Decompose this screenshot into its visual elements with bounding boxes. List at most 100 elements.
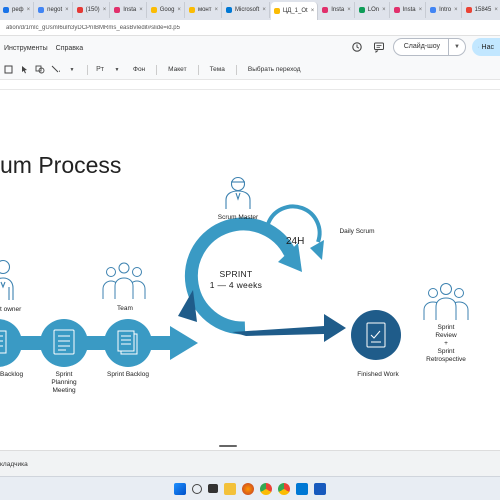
tab-favicon-icon	[38, 7, 45, 13]
label-daily-scrum[interactable]: Daily Scrum	[334, 228, 380, 236]
toolbar-layout[interactable]: Макет	[162, 66, 192, 73]
review-team-icon	[423, 283, 469, 320]
close-icon[interactable]: ×	[419, 7, 423, 13]
team-icon	[102, 262, 146, 299]
access-label: Нас	[481, 43, 494, 51]
label-product-backlog[interactable]: Backlog	[0, 371, 23, 379]
task-view-icon[interactable]	[208, 484, 218, 493]
history-icon[interactable]	[349, 39, 365, 55]
scroll-indicator[interactable]	[219, 445, 237, 447]
browser-tab[interactable]: 15845 ×	[463, 2, 500, 18]
chrome-icon[interactable]	[260, 482, 272, 495]
comment-icon[interactable]	[371, 39, 387, 55]
lock-icon	[478, 46, 479, 48]
tab-label: Intro	[439, 7, 452, 13]
select-icon[interactable]	[18, 64, 30, 76]
tab-label: Insta	[331, 7, 345, 13]
label-planning-3[interactable]: Meeting	[46, 387, 82, 395]
toolbar-background[interactable]: Фон	[127, 66, 151, 73]
tab-label: Insta	[402, 7, 416, 13]
browser-tab[interactable]: LOn ×	[356, 2, 390, 18]
tab-favicon-icon	[393, 7, 400, 13]
label-review-3[interactable]: +	[420, 340, 472, 348]
close-icon[interactable]: ×	[347, 7, 351, 13]
browser-tab[interactable]: реф ×	[0, 2, 35, 18]
file-explorer-icon[interactable]	[224, 482, 236, 495]
label-planning-1[interactable]: Sprint	[46, 371, 82, 379]
browser-tab[interactable]: Microsoft ×	[223, 2, 270, 18]
label-team[interactable]: Team	[117, 305, 133, 313]
text-dropdown-icon[interactable]: ▼	[111, 64, 123, 76]
flow-arrowhead	[170, 326, 198, 360]
toolbar-transition[interactable]: Выбрать переход	[242, 66, 307, 73]
toolbar-theme[interactable]: Тема	[204, 66, 231, 73]
chevron-down-icon[interactable]: ▼	[449, 44, 465, 50]
tab-favicon-icon	[273, 8, 280, 14]
close-icon[interactable]: ×	[177, 7, 181, 13]
tab-label: монт	[197, 7, 212, 13]
sprint-backlog-docs-icon	[117, 330, 138, 355]
browser-tab[interactable]: Insta ×	[111, 2, 147, 18]
line-icon[interactable]	[50, 64, 62, 76]
browser-tab[interactable]: Goog ×	[148, 2, 185, 18]
close-icon[interactable]: ×	[494, 7, 498, 13]
tab-label: Insta	[123, 7, 137, 13]
label-review-1[interactable]: Sprint	[420, 324, 472, 332]
search-icon[interactable]	[192, 483, 202, 494]
tab-label: negot	[47, 7, 63, 13]
slideshow-button[interactable]: Слайд-шоу ▼	[392, 38, 466, 56]
label-sprint-backlog[interactable]: Sprint Backlog	[102, 371, 154, 379]
output-arrow	[232, 314, 346, 342]
browser-tab[interactable]: монт ×	[186, 2, 222, 18]
close-icon[interactable]: ×	[103, 7, 107, 13]
close-icon[interactable]: ×	[454, 7, 458, 13]
tab-label: Goog	[159, 7, 175, 13]
start-icon[interactable]	[174, 482, 186, 495]
mail-icon[interactable]	[296, 482, 308, 495]
browser-tab[interactable]: ЦД_1_Ot ×	[270, 2, 319, 20]
close-icon[interactable]: ×	[139, 7, 143, 13]
text-tool-icon[interactable]: Pт	[93, 64, 107, 76]
slide-canvas[interactable]: um Process t owner Backlog Team Sprint P…	[0, 90, 500, 450]
chrome-profile-icon[interactable]	[278, 482, 290, 495]
label-review-5[interactable]: Retrospective	[420, 356, 472, 364]
close-icon[interactable]: ×	[262, 7, 266, 13]
access-button[interactable]: Нас	[472, 38, 500, 56]
browser-tab[interactable]: Intro ×	[427, 2, 462, 18]
new-slide-icon[interactable]	[2, 64, 14, 76]
firefox-icon[interactable]	[242, 482, 254, 495]
speaker-notes-text[interactable]: кладчика	[0, 461, 28, 468]
menu-help[interactable]: Справка	[52, 45, 87, 52]
line-dropdown-icon[interactable]: ▼	[66, 64, 78, 76]
close-icon[interactable]: ×	[214, 7, 218, 13]
slideshow-label: Слайд-шоу	[394, 39, 450, 55]
tab-label: LOn	[367, 7, 380, 13]
label-scrum-master[interactable]: Scrum Master	[210, 214, 266, 222]
scrum-master-icon	[225, 176, 251, 209]
label-24h[interactable]: 24H	[286, 236, 304, 247]
ruler[interactable]	[0, 81, 500, 94]
browser-tab-strip: реф × negot × (150) × Insta × Goog × монт × Microsof…	[0, 0, 500, 20]
browser-tab[interactable]: (150) ×	[74, 2, 111, 18]
close-icon[interactable]: ×	[65, 7, 69, 13]
speaker-notes-panel[interactable]: кладчика	[0, 450, 500, 476]
label-review-2[interactable]: Review	[420, 332, 472, 340]
close-icon[interactable]: ×	[382, 7, 386, 13]
close-icon[interactable]: ×	[311, 8, 315, 14]
menu-tools[interactable]: Инструменты	[0, 45, 52, 52]
url-text[interactable]: ation/d/1mIc_gUsmI6uIh3yDCPnIBMRms_easBv…	[6, 25, 180, 31]
label-planning-2[interactable]: Planning	[46, 379, 82, 387]
label-finished-work[interactable]: Finished Work	[350, 371, 406, 379]
sprint-text-block[interactable]: SPRINT 1 — 4 weeks	[208, 269, 264, 291]
browser-tab[interactable]: negot ×	[35, 2, 73, 18]
tab-favicon-icon	[465, 7, 472, 13]
word-icon[interactable]	[314, 482, 326, 495]
toolbar-divider	[156, 64, 158, 75]
browser-tab[interactable]: Insta ×	[319, 2, 355, 18]
close-icon[interactable]: ×	[27, 7, 31, 13]
label-review-4[interactable]: Sprint	[420, 348, 472, 356]
browser-tab[interactable]: Insta ×	[391, 2, 427, 18]
shape-icon[interactable]	[34, 64, 46, 76]
address-bar[interactable]: ation/d/1mIc_gUsmI6uIh3yDCPnIBMRms_easBv…	[0, 20, 500, 36]
label-product-owner[interactable]: t owner	[0, 306, 21, 314]
